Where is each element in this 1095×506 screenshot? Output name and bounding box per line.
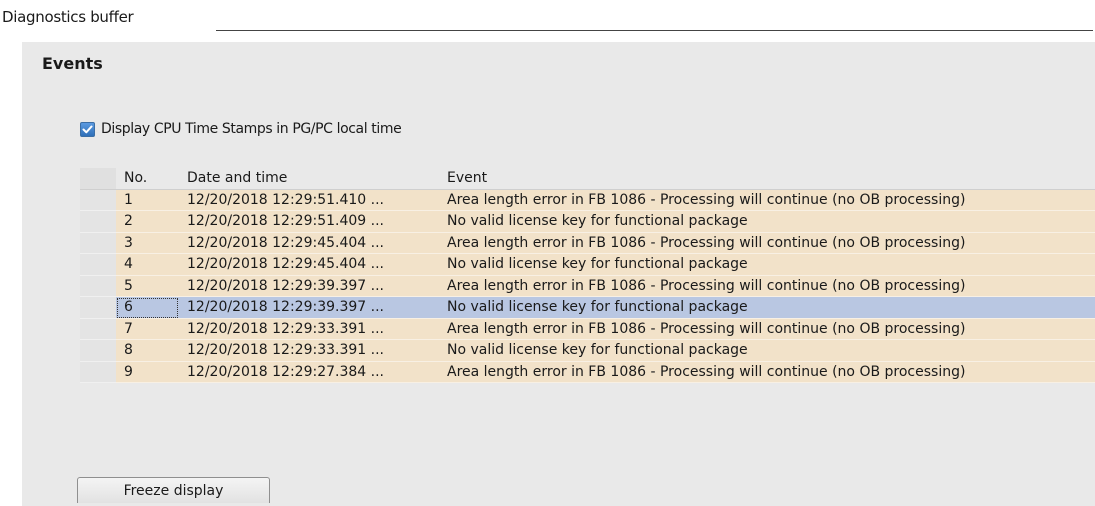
row-selector[interactable]: [80, 189, 116, 211]
column-header-event[interactable]: Event: [440, 168, 1095, 190]
cell-event: Area length error in FB 1086 - Processin…: [440, 319, 1095, 340]
row-selector[interactable]: [80, 254, 116, 276]
cell-event: No valid license key for functional pack…: [440, 340, 1095, 362]
column-header-no[interactable]: No.: [116, 168, 179, 190]
row-selector[interactable]: [80, 232, 116, 254]
cell-no: 9: [116, 362, 179, 383]
table-row[interactable]: 6 12/20/2018 12:29:39.397 ... No valid lic…: [80, 297, 1095, 319]
cell-event: Area length error in FB 1086 - Processin…: [440, 276, 1095, 297]
cell-event: Area length error in FB 1086 - Processin…: [440, 190, 1095, 211]
cell-date-time: 12/20/2018 12:29:39.397 ...: [179, 297, 440, 319]
cell-no: 8: [116, 340, 179, 362]
table-header-row: No. Date and time Event: [80, 168, 1095, 190]
header-divider: [216, 30, 1093, 31]
cell-date-time: 12/20/2018 12:29:27.384 ...: [179, 362, 440, 383]
cell-date-time: 12/20/2018 12:29:51.410 ...: [179, 190, 440, 211]
timestamp-checkbox[interactable]: [80, 121, 95, 137]
cell-date-time: 12/20/2018 12:29:33.391 ...: [179, 340, 440, 362]
cell-date-time: 12/20/2018 12:29:45.404 ...: [179, 233, 440, 254]
check-icon: [82, 125, 93, 133]
row-selector[interactable]: [80, 211, 116, 233]
cell-no: 2: [116, 211, 179, 233]
timestamp-checkbox-label: Display CPU Time Stamps in PG/PC local t…: [101, 121, 402, 137]
row-selector[interactable]: [80, 318, 116, 340]
cell-date-time: 12/20/2018 12:29:33.391 ...: [179, 319, 440, 340]
cell-no: 5: [116, 276, 179, 297]
cell-event: No valid license key for functional pack…: [440, 297, 1095, 319]
table-row[interactable]: 7 12/20/2018 12:29:33.391 ... Area length …: [80, 318, 1095, 340]
row-selector[interactable]: [80, 297, 116, 319]
cell-event: Area length error in FB 1086 - Processin…: [440, 233, 1095, 254]
table-row[interactable]: 4 12/20/2018 12:29:45.404 ... No valid lic…: [80, 254, 1095, 276]
cell-date-time: 12/20/2018 12:29:51.409 ...: [179, 211, 440, 233]
cell-date-time: 12/20/2018 12:29:39.397 ...: [179, 276, 440, 297]
cell-no: 1: [116, 190, 179, 211]
row-selector[interactable]: [80, 340, 116, 362]
table-row[interactable]: 5 12/20/2018 12:29:39.397 ... Area length …: [80, 275, 1095, 297]
page-title: Diagnostics buffer: [2, 8, 134, 26]
row-selector[interactable]: [80, 361, 116, 383]
cell-date-time: 12/20/2018 12:29:45.404 ...: [179, 254, 440, 276]
table-row[interactable]: 3 12/20/2018 12:29:45.404 ... Area length …: [80, 232, 1095, 254]
cell-no: 6: [116, 297, 179, 319]
table-body: 1 12/20/2018 12:29:51.410 ... Area length …: [80, 189, 1095, 383]
cell-no: 3: [116, 233, 179, 254]
diagnostics-buffer-header: Diagnostics buffer: [0, 0, 1095, 40]
cell-event: No valid license key for functional pack…: [440, 254, 1095, 276]
row-selector[interactable]: [80, 275, 116, 297]
freeze-display-button[interactable]: Freeze display: [77, 477, 270, 503]
cell-no: 4: [116, 254, 179, 276]
section-title: Events: [42, 54, 103, 73]
column-header-date-time[interactable]: Date and time: [179, 168, 440, 190]
cell-event: Area length error in FB 1086 - Processin…: [440, 362, 1095, 383]
row-selector-header: [80, 168, 116, 190]
events-panel: Events Display CPU Time Stamps in PG/PC …: [22, 42, 1095, 506]
cell-event: No valid license key for functional pack…: [440, 211, 1095, 233]
timestamp-checkbox-row[interactable]: Display CPU Time Stamps in PG/PC local t…: [80, 119, 402, 139]
table-row[interactable]: 9 12/20/2018 12:29:27.384 ... Area length …: [80, 361, 1095, 383]
table-row[interactable]: 2 12/20/2018 12:29:51.409 ... No valid lic…: [80, 211, 1095, 233]
table-row[interactable]: 1 12/20/2018 12:29:51.410 ... Area length …: [80, 189, 1095, 211]
events-table: No. Date and time Event 1 12/20/2018 12:2…: [80, 168, 1095, 383]
table-row[interactable]: 8 12/20/2018 12:29:33.391 ... No valid lic…: [80, 340, 1095, 362]
cell-no: 7: [116, 319, 179, 340]
